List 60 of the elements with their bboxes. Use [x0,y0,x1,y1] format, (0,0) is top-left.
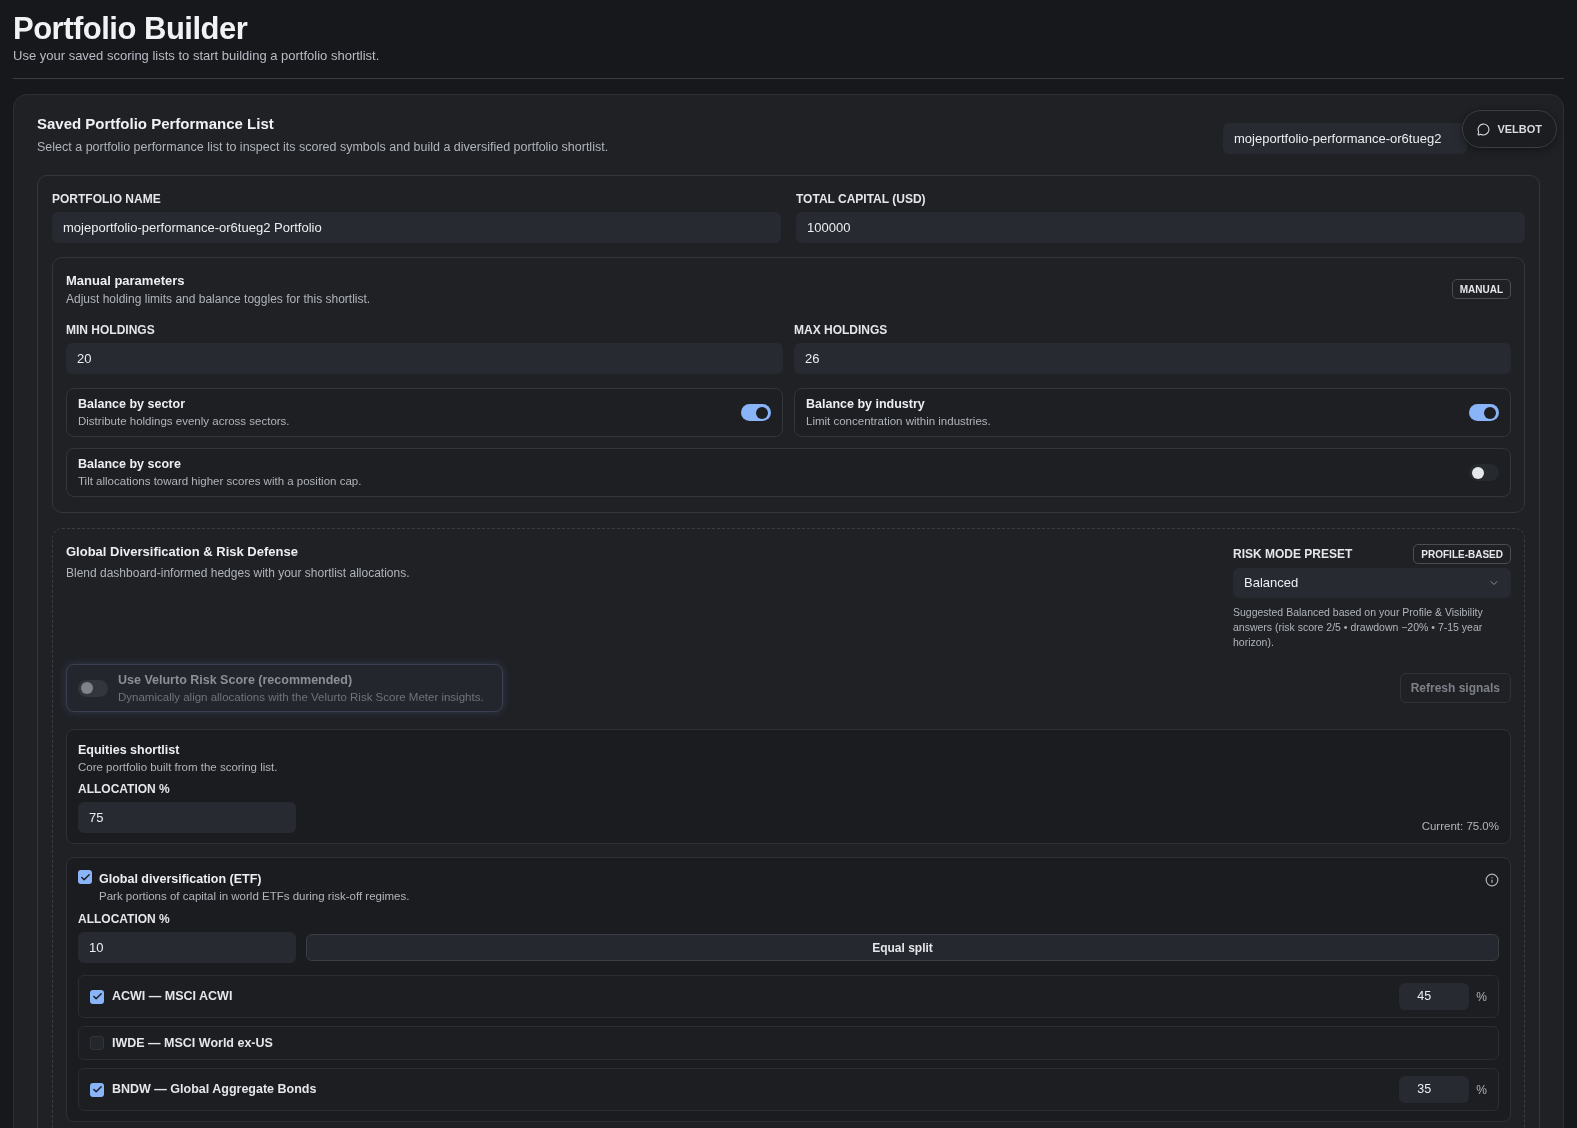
field-label: MAX HOLDINGS [794,323,889,337]
toggle-description: Limit concentration within industries. [806,414,991,428]
card-title: Global diversification (ETF) [99,872,263,887]
input-field[interactable]: 20 [66,343,783,374]
preset-hint: Suggested Balanced based on your Profile & Visibility answers (risk score 2/5 • drawdown −20% • 7-15 year horizon). [1233,605,1484,650]
mode-badge: MANUAL [1451,279,1511,299]
field-label: PORTFOLIO NAME [52,192,162,206]
toggle-title: Balance by sector [78,397,186,412]
toggle-switch[interactable] [1469,404,1499,421]
weight-input[interactable]: 35 [1399,1076,1470,1103]
toggle-switch[interactable] [741,404,771,421]
panel-title: Manual parameters [66,273,186,289]
panel-description: Blend dashboard-informed hedges with your shortlist allocations. [66,566,410,581]
equal-split-button[interactable]: Equal split [306,934,1499,961]
field-label: ALLOCATION % [78,782,171,796]
checkbox[interactable] [90,989,104,1004]
panel-description: Adjust holding limits and balance toggles for this shortlist. [66,292,371,307]
check-icon [91,1084,103,1095]
toggle-title: Balance by score [78,457,182,472]
card-description: Core portfolio built from the scoring list. [78,760,279,774]
chat-bubble-icon [1477,122,1491,136]
panel-title: Global Diversification & Risk Defense [66,544,299,560]
page-subtitle: Use your saved scoring lists to start building a portfolio shortlist. [13,48,381,64]
toggle-description: Dynamically align allocations with the Velurto Risk Score Meter insights. [118,689,484,704]
etf-label: IWDE — MSCI World ex-US [112,1034,273,1052]
card-description: Park portions of capital in world ETFs during risk-off regimes. [99,889,410,903]
chat-button[interactable]: VELBOT [1462,110,1557,148]
etf-label: ACWI — MSCI ACWI [112,988,233,1006]
check-icon [79,871,91,883]
etf-label: BNDW — Global Aggregate Bonds [112,1081,317,1099]
toggle-title: Use Velurto Risk Score (recommended) [118,672,354,688]
info-icon[interactable] [1485,873,1499,887]
toggle-title: Balance by industry [806,397,926,412]
current-allocation: Current: 75.0% [1421,819,1499,833]
weight-input[interactable]: 45 [1399,983,1470,1010]
input-field[interactable]: 10 [78,932,296,963]
field-label: MIN HOLDINGS [66,323,156,337]
card-title: Equities shortlist [78,743,181,758]
checkbox[interactable] [90,1036,104,1050]
percent-unit: % [1476,1081,1487,1099]
list-select[interactable]: mojeportfolio-performance-or6tueg2 [1223,123,1467,154]
input-field[interactable]: 26 [794,343,1511,374]
field-label: TOTAL CAPITAL (USD) [796,192,927,206]
checkbox[interactable] [90,1082,104,1097]
field-label: RISK MODE PRESET [1233,547,1353,561]
toggle-switch[interactable] [1469,464,1499,481]
field-label: ALLOCATION % [78,912,171,926]
preset-select[interactable]: Balanced [1233,568,1511,598]
page-title: Portfolio Builder [13,10,249,48]
profile-badge: PROFILE-BASED [1413,544,1511,564]
toggle-description: Distribute holdings evenly across sectors. [78,414,290,428]
input-field[interactable]: 100000 [796,212,1525,243]
toggle-description: Tilt allocations toward higher scores with a position cap. [78,474,362,488]
check-icon [91,991,103,1002]
section-title: Saved Portfolio Performance List [37,115,275,133]
section-description: Select a portfolio performance list to inspect its scored symbols and build a diversified portfolio shortlist. [37,139,609,155]
checkbox[interactable] [78,870,92,884]
percent-unit: % [1476,988,1487,1006]
input-field[interactable]: mojeportfolio-performance-or6tueg2 Portfolio [52,212,781,243]
input-field[interactable]: 75 [78,802,296,833]
